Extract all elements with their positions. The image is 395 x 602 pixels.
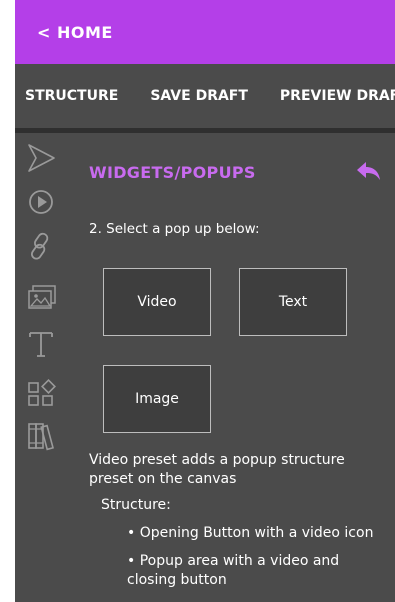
tool-rail	[15, 133, 77, 602]
home-link[interactable]: < HOME	[37, 23, 113, 42]
panel-content: WIDGETS/POPUPS 2. Select a pop up below:…	[77, 133, 395, 602]
image-gallery-icon[interactable]	[24, 281, 60, 315]
section-title: WIDGETS/POPUPS	[89, 163, 256, 182]
instruction-text: 2. Select a pop up below:	[89, 221, 260, 237]
top-bar: < HOME	[15, 0, 395, 64]
popup-option-image[interactable]: Image	[103, 365, 211, 433]
structure-bullet: • Popup area with a video and closing bu…	[127, 553, 340, 588]
tab-save-draft[interactable]: SAVE DRAFT	[150, 88, 248, 104]
library-icon[interactable]	[24, 419, 60, 453]
preset-description: Video preset adds a popup structure pres…	[89, 452, 345, 487]
cursor-arrow-icon[interactable]	[24, 141, 60, 175]
popup-option-text[interactable]: Text	[239, 268, 347, 336]
text-icon[interactable]	[24, 327, 60, 361]
popup-option-label: Video	[137, 294, 177, 310]
toolbar: STRUCTURE SAVE DRAFT PREVIEW DRAFT	[15, 64, 395, 128]
popup-option-label: Text	[278, 294, 308, 310]
widgets-panel: WIDGETS/POPUPS 2. Select a pop up below:…	[15, 133, 395, 602]
widgets-icon[interactable]	[24, 377, 60, 411]
link-icon[interactable]	[24, 229, 60, 263]
popup-option-video[interactable]: Video	[103, 268, 211, 336]
back-arrow-icon[interactable]	[355, 159, 383, 183]
structure-label: Structure:	[101, 497, 171, 513]
structure-bullet: • Opening Button with a video icon	[127, 525, 374, 541]
tab-structure[interactable]: STRUCTURE	[25, 88, 118, 104]
tab-preview-draft[interactable]: PREVIEW DRAFT	[280, 88, 395, 104]
play-circle-icon[interactable]	[24, 185, 60, 219]
popup-option-label: Image	[135, 391, 179, 407]
